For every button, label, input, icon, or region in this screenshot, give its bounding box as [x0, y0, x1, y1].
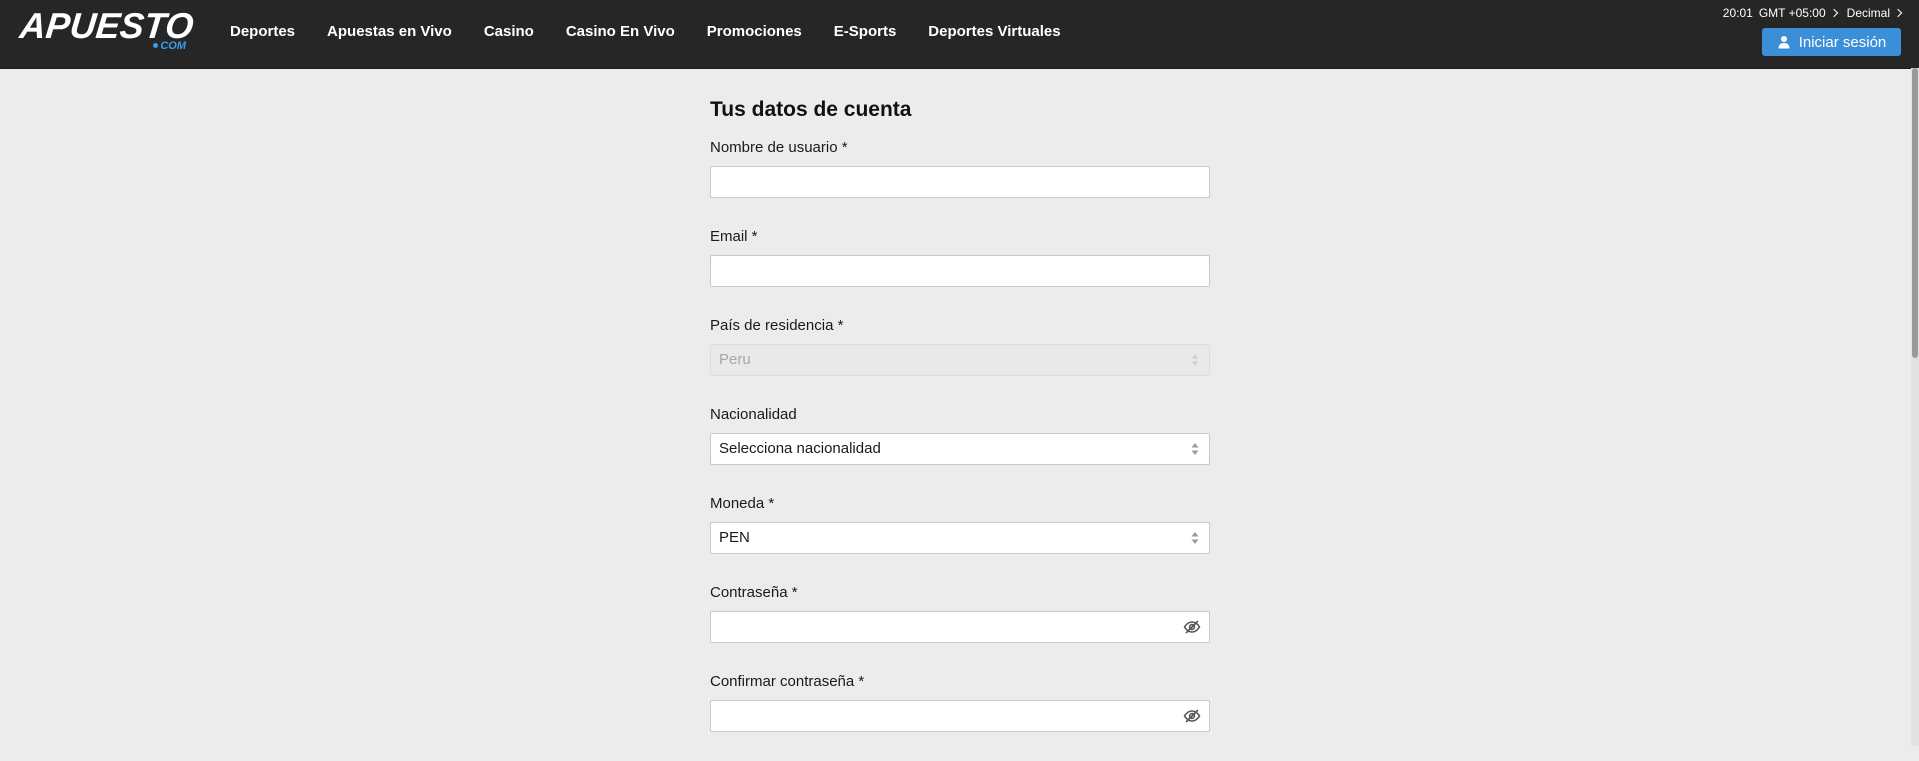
eye-off-icon[interactable] — [1183, 618, 1201, 636]
chevron-right-icon — [1829, 8, 1838, 18]
login-button-label: Iniciar sesión — [1798, 33, 1887, 51]
country-label: País de residencia * — [710, 317, 844, 334]
main-nav: Deportes Apuestas en Vivo Casino Casino … — [230, 0, 1093, 62]
scrollbar-thumb[interactable] — [1912, 68, 1918, 358]
currency-value: PEN — [719, 529, 750, 546]
username-field: Nombre de usuario * — [710, 138, 1210, 227]
timezone-selector[interactable]: GMT +05:00 — [1759, 6, 1826, 20]
email-label: Email * — [710, 228, 758, 245]
country-select: Peru — [710, 344, 1210, 376]
password-label: Contraseña * — [710, 584, 798, 601]
eye-off-icon[interactable] — [1183, 707, 1201, 725]
currency-field: Moneda * PEN — [710, 494, 1210, 583]
password-field: Contraseña * — [710, 583, 1210, 672]
nav-item-apuestas-en-vivo[interactable]: Apuestas en Vivo — [327, 23, 452, 40]
currency-label: Moneda * — [710, 495, 775, 512]
nationality-field: Nacionalidad Selecciona nacionalidad — [710, 405, 1210, 494]
nav-item-promociones[interactable]: Promociones — [707, 23, 802, 40]
confirm-password-input[interactable] — [710, 700, 1210, 732]
account-form: Tus datos de cuenta Nombre de usuario * … — [710, 96, 1210, 761]
odds-format-selector[interactable]: Decimal — [1847, 6, 1890, 20]
logo-dot-icon — [153, 43, 159, 48]
confirm-password-field: Confirmar contraseña * — [710, 672, 1210, 761]
select-updown-icon — [1191, 354, 1199, 366]
country-value: Peru — [719, 351, 751, 368]
page-scrollbar[interactable] — [1911, 68, 1919, 746]
select-updown-icon — [1191, 532, 1199, 544]
login-button[interactable]: Iniciar sesión — [1762, 28, 1901, 56]
nav-item-deportes-virtuales[interactable]: Deportes Virtuales — [928, 23, 1060, 40]
nav-item-deportes[interactable]: Deportes — [230, 23, 295, 40]
email-field: Email * — [710, 227, 1210, 316]
email-input[interactable] — [710, 255, 1210, 287]
username-label: Nombre de usuario * — [710, 139, 848, 156]
nav-item-e-sports[interactable]: E-Sports — [834, 23, 897, 40]
nationality-label: Nacionalidad — [710, 406, 797, 423]
logo-subtext: COM — [153, 40, 186, 52]
logo-subtext-label: COM — [160, 40, 186, 52]
confirm-password-label: Confirmar contraseña * — [710, 673, 865, 690]
header: APUESTO COM Deportes Apuestas en Vivo Ca… — [0, 0, 1919, 69]
username-input[interactable] — [710, 166, 1210, 198]
currency-select[interactable]: PEN — [710, 522, 1210, 554]
logo[interactable]: APUESTO COM — [18, 5, 196, 52]
header-settings: 20:01 GMT +05:00 Decimal — [1722, 6, 1903, 20]
nationality-value: Selecciona nacionalidad — [719, 440, 881, 457]
nav-item-casino-en-vivo[interactable]: Casino En Vivo — [566, 23, 675, 40]
chevron-right-icon — [1893, 8, 1903, 18]
nav-item-casino[interactable]: Casino — [484, 23, 534, 40]
password-input[interactable] — [710, 611, 1210, 643]
select-updown-icon — [1191, 443, 1199, 455]
country-field: País de residencia * Peru — [710, 316, 1210, 405]
form-title: Tus datos de cuenta — [710, 98, 912, 121]
clock: 20:01 — [1722, 6, 1753, 20]
user-icon — [1778, 36, 1790, 49]
nationality-select[interactable]: Selecciona nacionalidad — [710, 433, 1210, 465]
